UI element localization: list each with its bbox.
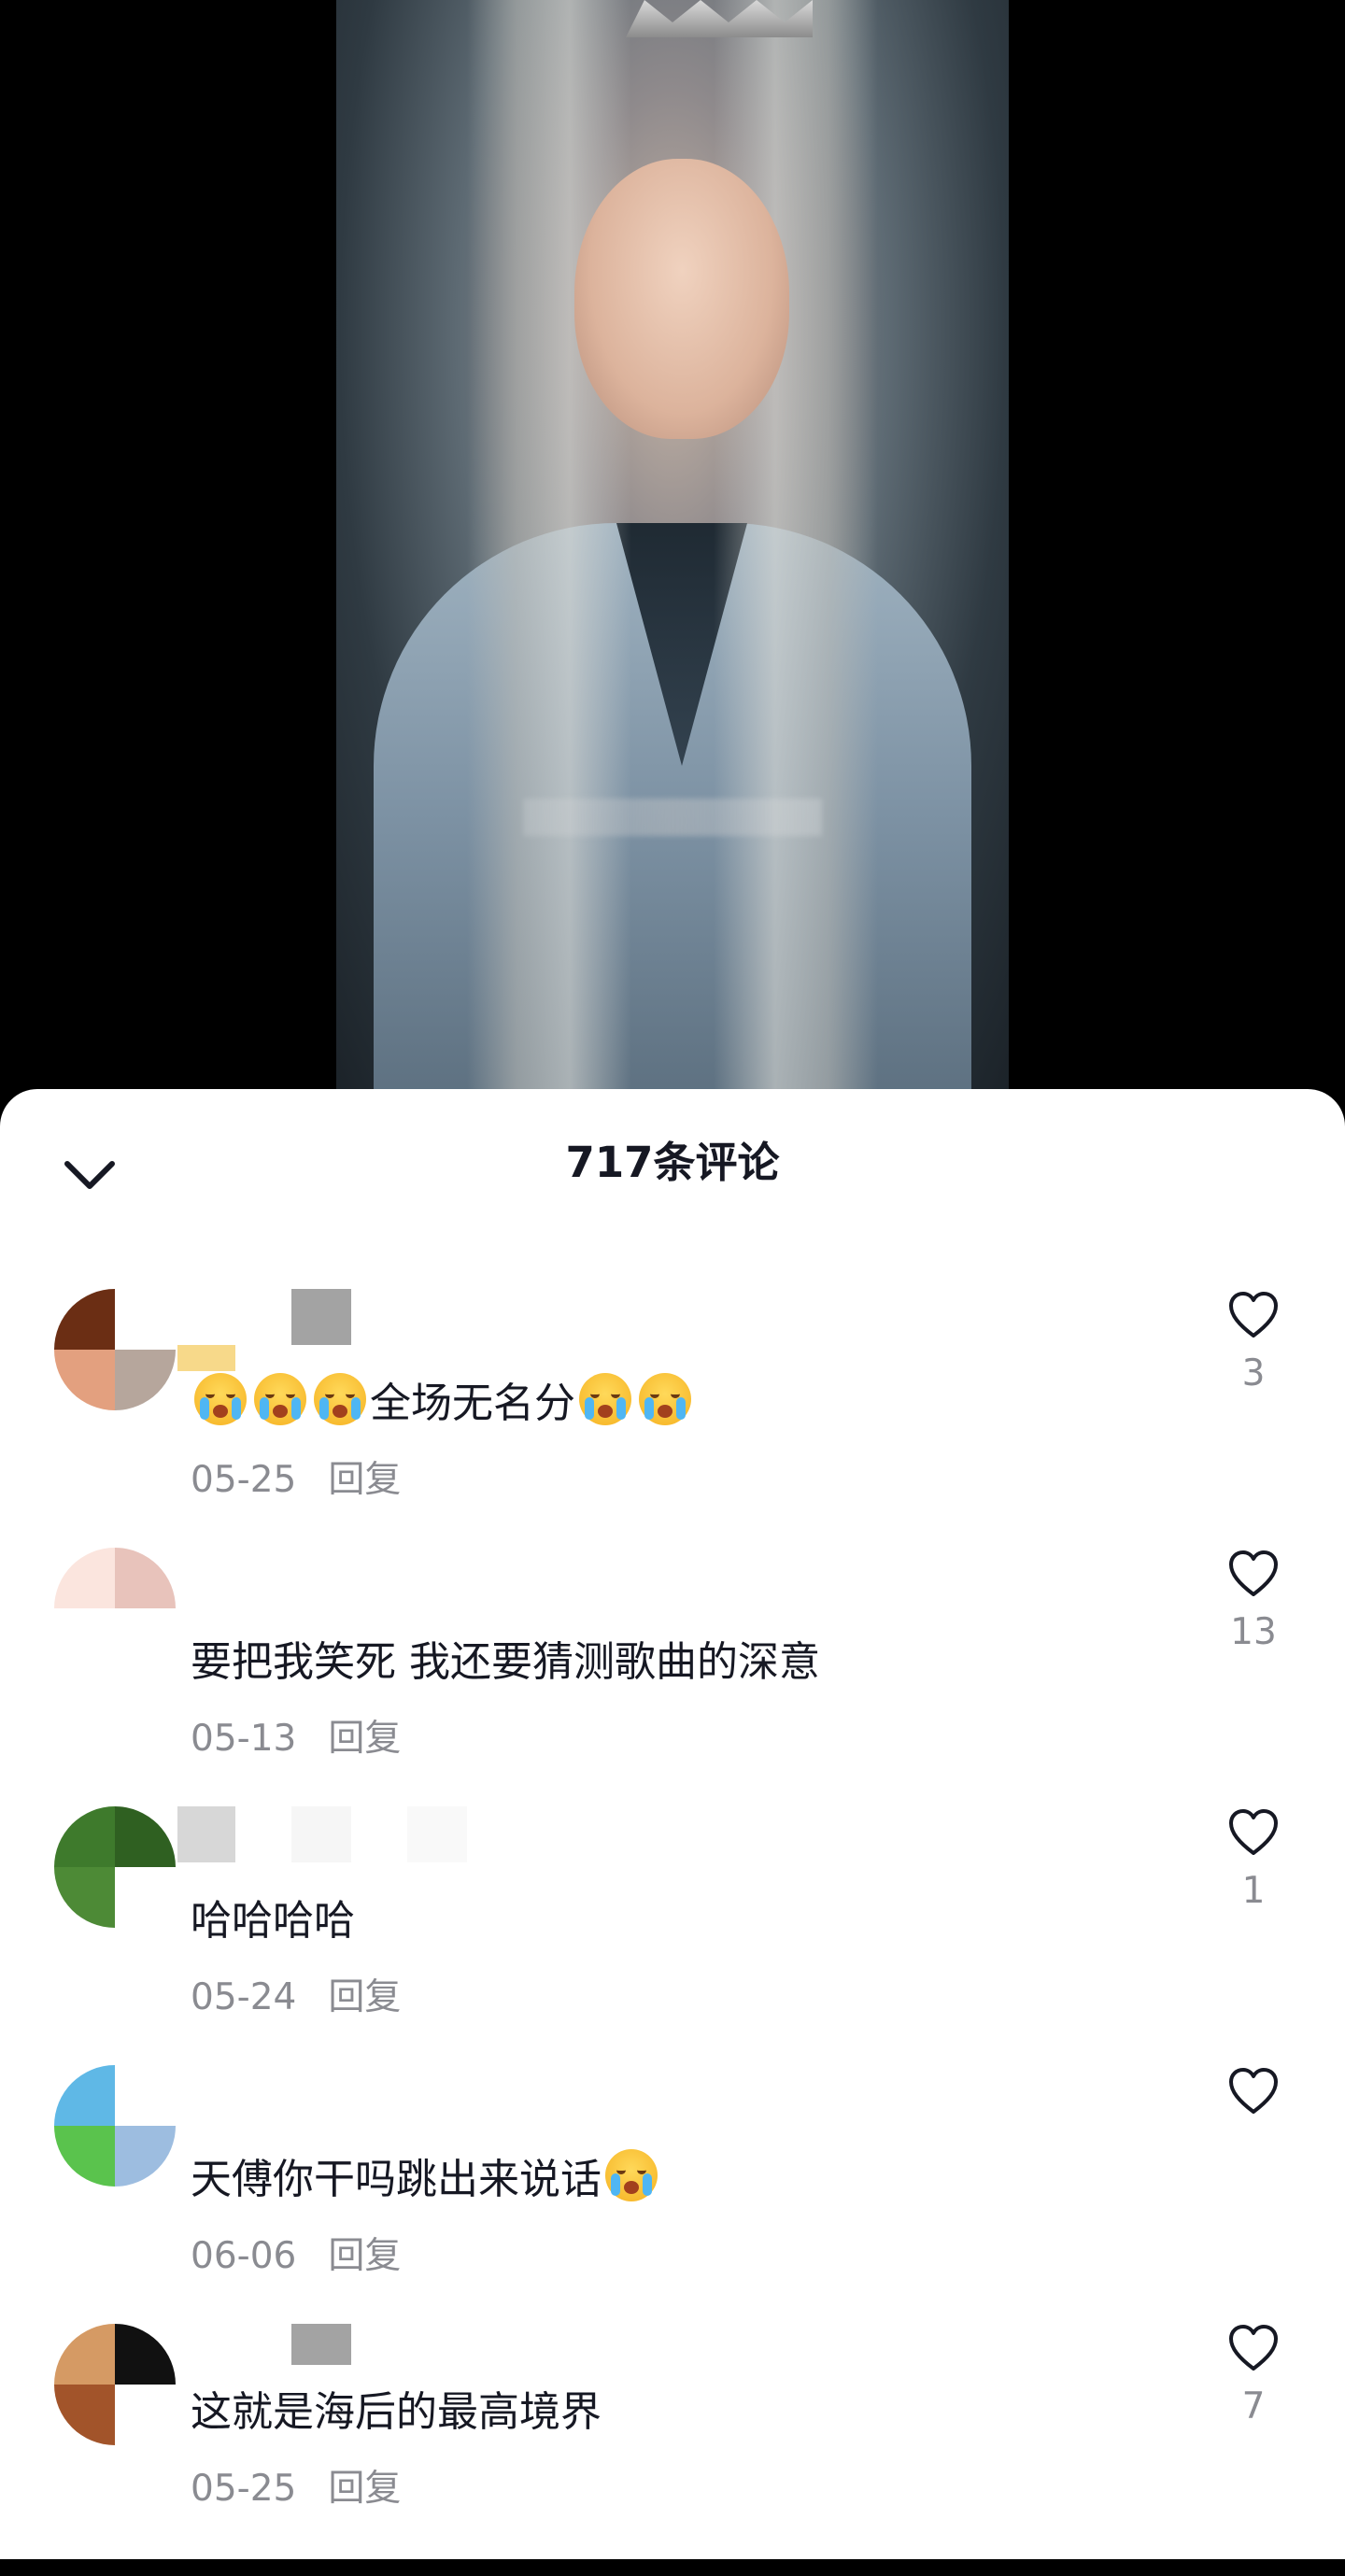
crying-emoji-icon [254, 1373, 306, 1425]
like-button[interactable]: 1 [1205, 1808, 1302, 1912]
like-count: 1 [1241, 1870, 1266, 1912]
username-redacted-extra [177, 1345, 235, 1371]
comment-meta: 05-24 回复 [191, 1968, 401, 2020]
comment-item: 这就是海后的最高境界 05-25 回复 7 [0, 2324, 1345, 2576]
heart-outline-icon [1229, 1292, 1278, 1338]
comment-date: 05-25 [191, 2468, 297, 2510]
username-redacted[interactable] [291, 1289, 351, 1345]
comment-item: 天傅你干吗跳出来说话 06-06 回复 [0, 2065, 1345, 2317]
crying-emoji-icon [314, 1373, 366, 1425]
avatar[interactable] [54, 2065, 176, 2187]
reply-button[interactable]: 回复 [328, 1976, 401, 2018]
comment-date: 06-06 [191, 2235, 297, 2277]
comment-count-title: 717条评论 [565, 1138, 780, 1187]
like-count: 3 [1241, 1352, 1266, 1394]
comment-text: 要把我笑死 我还要猜测歌曲的深意 [191, 1638, 820, 1686]
crying-emoji-icon [605, 2149, 658, 2201]
reply-button[interactable]: 回复 [328, 1459, 401, 1501]
username-redacted[interactable] [177, 1806, 235, 1862]
comment-text: 全场无名分 [191, 1369, 695, 1429]
crying-emoji-icon [194, 1373, 247, 1425]
video-frame[interactable] [336, 0, 1009, 1102]
comment-date: 05-13 [191, 1718, 297, 1760]
comment-text: 哈哈哈哈 [191, 1897, 355, 1945]
avatar[interactable] [54, 2324, 176, 2445]
blurred-caption [523, 799, 822, 836]
username-redacted-extra [407, 1806, 467, 1862]
comment-text: 这就是海后的最高境界 [191, 2388, 602, 2436]
comment-meta: 05-25 回复 [191, 1451, 401, 1503]
like-button[interactable]: 3 [1205, 1291, 1302, 1394]
comment-item: 全场无名分 05-25 回复 3 [0, 1289, 1345, 1541]
reply-button[interactable]: 回复 [328, 1718, 401, 1760]
comment-date: 05-24 [191, 1976, 297, 2018]
comment-date: 05-25 [191, 1459, 297, 1501]
like-count: 13 [1230, 1611, 1277, 1653]
reply-button[interactable]: 回复 [328, 2235, 401, 2277]
avatar[interactable] [54, 1548, 176, 1669]
comment-item: 哈哈哈哈 05-24 回复 1 [0, 1806, 1345, 2059]
heart-outline-icon [1229, 2325, 1278, 2371]
comment-meta: 05-13 回复 [191, 1709, 401, 1762]
avatar[interactable] [54, 1289, 176, 1410]
comments-sheet: 717条评论 全场无名分 05-25 回复 3 要把我笑死 我还要猜测歌曲的深意 [0, 1089, 1345, 2559]
crying-emoji-icon [639, 1373, 691, 1425]
comment-text: 天傅你干吗跳出来说话 [191, 2145, 661, 2205]
comments-header: 717条评论 [0, 1089, 1345, 1210]
heart-outline-icon [1229, 1809, 1278, 1855]
heart-outline-icon [1229, 2068, 1278, 2114]
heart-outline-icon [1229, 1550, 1278, 1596]
username-redacted[interactable] [291, 2324, 351, 2365]
like-button[interactable]: 13 [1205, 1550, 1302, 1653]
comment-meta: 06-06 回复 [191, 2227, 401, 2279]
like-count: 7 [1241, 2385, 1266, 2427]
comment-text-body: 全场无名分 [370, 1380, 575, 1427]
crying-emoji-icon [579, 1373, 631, 1425]
username-redacted-extra [291, 1806, 351, 1862]
comment-meta: 05-25 回复 [191, 2459, 401, 2512]
comment-item: 要把我笑死 我还要猜测歌曲的深意 05-13 回复 13 [0, 1548, 1345, 1800]
comment-text-body: 天傅你干吗跳出来说话 [191, 2156, 602, 2203]
like-button[interactable]: 7 [1205, 2324, 1302, 2427]
video-player[interactable] [0, 0, 1345, 1102]
like-button[interactable] [1205, 2067, 1302, 2129]
video-figure-face [574, 159, 789, 439]
avatar[interactable] [54, 1806, 176, 1928]
reply-button[interactable]: 回复 [328, 2468, 401, 2510]
